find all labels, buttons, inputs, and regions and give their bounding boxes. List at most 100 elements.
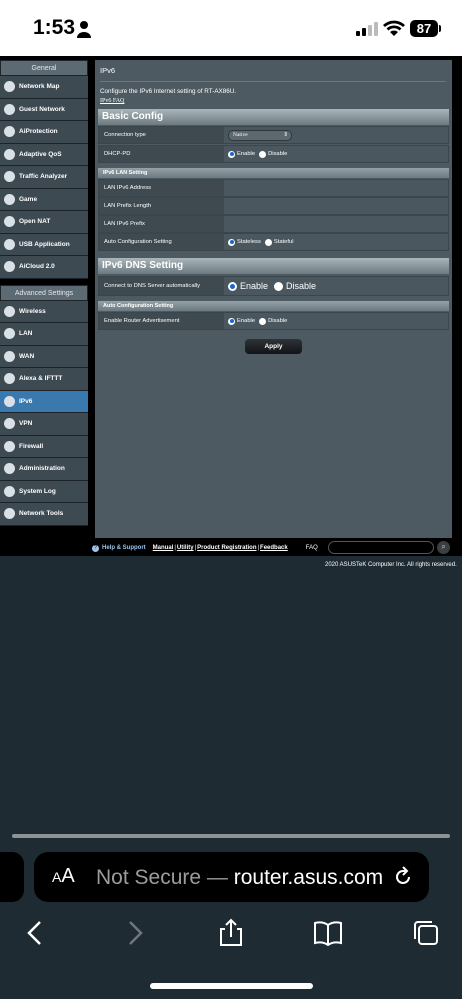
basic-config-header: Basic Config [98, 109, 449, 125]
wan-icon [4, 350, 15, 362]
router-adv-row: Enable Router Advertisement Enable Disab… [98, 312, 449, 330]
cloud-icon [4, 261, 15, 273]
aiprotection-icon [4, 126, 15, 138]
connect-dns-label: Connect to DNS Server automatically [99, 277, 224, 295]
sidebar-item-wireless[interactable]: Wireless [0, 300, 88, 323]
lan-address-value [224, 180, 448, 196]
dhcp-pd-disable-radio[interactable] [259, 150, 267, 158]
ipv6-faq-link[interactable]: IPv6 FAQ [100, 98, 124, 104]
ipv6-icon [4, 395, 15, 407]
address-bar[interactable]: AA Not Secure — router.asus.com [34, 852, 429, 902]
connect-dns-row: Connect to DNS Server automatically Enab… [98, 276, 449, 296]
sidebar-item-ipv6[interactable]: IPv6 [0, 390, 88, 413]
stateless-label: Stateless [237, 239, 261, 245]
router-adv-options: Enable Disable [224, 313, 448, 329]
stateful-label: Stateful [273, 239, 294, 245]
lan-address-label: LAN IPv6 Address [99, 180, 224, 196]
sidebar-item-label: Traffic Analyzer [19, 173, 68, 181]
product-registration-link[interactable]: Product Registration [197, 545, 256, 551]
router-adv-enable-radio[interactable] [228, 317, 235, 325]
qos-icon [4, 148, 15, 160]
back-icon[interactable] [20, 918, 50, 948]
sidebar-item-network-map[interactable]: Network Map [0, 76, 88, 99]
divider [100, 81, 446, 82]
sidebar-item-label: Game [19, 195, 38, 203]
lan-setting-header: IPv6 LAN Setting [98, 168, 449, 178]
prefix-length-row: LAN Prefix Length [98, 197, 449, 215]
sidebar-item-open-nat[interactable]: Open NAT [0, 211, 88, 234]
manual-link[interactable]: Manual [153, 545, 174, 551]
home-indicator[interactable] [150, 983, 313, 989]
lan-address-row: LAN IPv6 Address [98, 179, 449, 197]
dns-enable-radio[interactable] [228, 281, 237, 291]
sidebar-item-aicloud-2-0[interactable]: AiCloud 2.0 [0, 256, 88, 279]
feedback-link[interactable]: Feedback [260, 545, 288, 551]
traffic-analyzer-icon [4, 171, 15, 183]
reload-icon[interactable] [392, 866, 414, 888]
administration-icon [4, 463, 15, 475]
reader-aa-button[interactable]: AA [52, 865, 75, 888]
auto-config-label: Auto Configuration Setting [99, 234, 224, 250]
general-header: General [0, 60, 88, 76]
sidebar-item-aiprotection[interactable]: AiProtection [0, 121, 88, 144]
sidebar-item-vpn[interactable]: VPN [0, 413, 88, 436]
cellular-signal-icon [356, 22, 378, 36]
stateful-radio[interactable] [264, 238, 272, 246]
bookmarks-icon[interactable] [313, 918, 343, 948]
sidebar-item-label: Administration [19, 465, 65, 473]
dns-setting-header: IPv6 DNS Setting [98, 258, 449, 274]
wireless-icon [4, 305, 15, 317]
forward-icon[interactable] [120, 918, 150, 948]
sidebar-item-lan[interactable]: LAN [0, 323, 88, 346]
sidebar-item-usb-application[interactable]: USB Application [0, 233, 88, 256]
auto-config-options: Stateless Stateful [224, 234, 448, 250]
sidebar-item-alexa-ifttt[interactable]: Alexa & IFTTT [0, 368, 88, 391]
separator: | [174, 545, 176, 551]
select-arrows-icon: ⇕ [283, 132, 288, 138]
faq-search-input[interactable] [328, 541, 434, 554]
sidebar-item-label: USB Application [19, 240, 70, 248]
share-icon[interactable] [216, 918, 246, 948]
prefix-length-value [224, 198, 448, 214]
tabs-icon[interactable] [411, 918, 441, 948]
url-text: Not Secure — router.asus.com [96, 866, 383, 890]
utility-link[interactable]: Utility [177, 545, 194, 551]
stateless-radio[interactable] [228, 238, 235, 246]
sidebar-item-guest-network[interactable]: Guest Network [0, 98, 88, 121]
advanced-header: Advanced Settings [0, 284, 88, 301]
previous-tab-preview[interactable] [0, 852, 24, 902]
sidebar-item-label: IPv6 [19, 397, 33, 405]
apply-button[interactable]: Apply [245, 339, 302, 354]
network-map-icon [4, 81, 15, 93]
vpn-icon [4, 418, 15, 430]
sidebar-item-game[interactable]: Game [0, 188, 88, 211]
copyright: 2020 ASUSTeK Computer Inc. All rights re… [325, 562, 457, 568]
horizontal-scrollbar[interactable] [12, 834, 450, 838]
sidebar-item-system-log[interactable]: System Log [0, 480, 88, 503]
router-page: General Network Map Guest Network AiProtec… [0, 56, 462, 556]
sidebar-item-adaptive-qos[interactable]: Adaptive QoS [0, 143, 88, 166]
sidebar-item-traffic-analyzer[interactable]: Traffic Analyzer [0, 166, 88, 189]
battery-icon: 87 [410, 20, 438, 37]
router-adv-disable-radio[interactable] [259, 317, 267, 325]
sidebar-item-wan[interactable]: WAN [0, 345, 88, 368]
sidebar-item-label: Alexa & IFTTT [19, 375, 63, 383]
advanced-items: Wireless LAN WAN Alexa & IFTTT IPv6 VPN Firewa… [0, 300, 88, 526]
connection-type-select[interactable]: Native ⇕ [228, 129, 292, 141]
dns-disable-radio[interactable] [274, 281, 284, 291]
search-icon[interactable]: ⌕ [437, 541, 450, 554]
sidebar-item-label: Firewall [19, 442, 44, 450]
sidebar-item-network-tools[interactable]: Network Tools [0, 503, 88, 526]
sidebar-item-administration[interactable]: Administration [0, 458, 88, 481]
sidebar-item-firewall[interactable]: Firewall [0, 435, 88, 458]
system-log-icon [4, 485, 15, 497]
lan-prefix-value [224, 216, 448, 232]
sidebar-item-label: Adaptive QoS [19, 150, 62, 158]
dhcp-pd-enable-radio[interactable] [228, 150, 235, 158]
sidebar-item-label: WAN [19, 352, 35, 360]
faq-label: FAQ [305, 545, 318, 551]
game-icon [4, 193, 15, 205]
connection-type-row: Connection type Native ⇕ [98, 126, 449, 144]
router-adv-label: Enable Router Advertisement [99, 313, 224, 329]
auto-config-row: Auto Configuration Setting Stateless Sta… [98, 233, 449, 251]
